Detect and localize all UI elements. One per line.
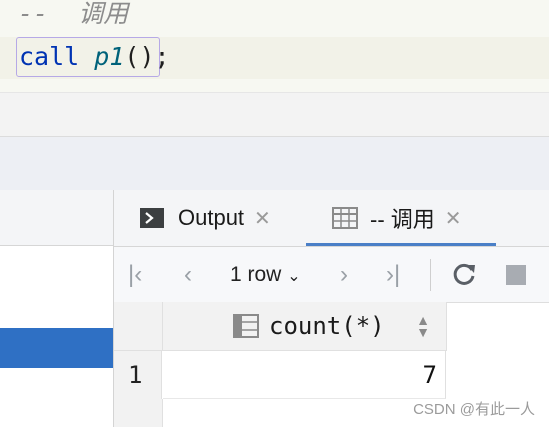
previous-page-icon[interactable]: ‹ (184, 247, 192, 302)
row-count-label: 1 row (230, 263, 282, 286)
active-tab-indicator (306, 243, 496, 246)
console-icon (140, 208, 164, 228)
tab-output[interactable]: Output ✕ (140, 190, 271, 246)
row-number-header (114, 302, 163, 351)
sort-icon[interactable]: ▲ ▼ (416, 313, 430, 339)
sql-keyword: call (19, 42, 80, 71)
row-number: 1 (114, 351, 162, 399)
refresh-icon-svg (453, 263, 475, 285)
row-count-dropdown[interactable]: 1 row ⌄ (230, 247, 301, 304)
next-page-icon[interactable]: › (340, 247, 348, 302)
column-header-label: count(*) (269, 312, 385, 340)
sql-statement[interactable]: call p1(); (19, 41, 170, 73)
current-line[interactable]: call p1(); (0, 37, 549, 79)
close-icon[interactable]: ✕ (445, 206, 462, 231)
sql-punct: (); (124, 42, 170, 71)
sql-comment-line: -- 调用 (18, 0, 129, 28)
first-page-icon[interactable]: |‹ (128, 247, 142, 302)
row-number-gutter (114, 399, 163, 427)
tab-output-label: Output (178, 205, 245, 230)
panel-divider-bar (0, 136, 549, 191)
services-tree-panel (0, 190, 114, 427)
toolbar-separator (430, 259, 431, 291)
column-header[interactable]: count(*) ▲ ▼ (163, 302, 447, 351)
results-panel: Output ✕ -- 调用 ✕ |‹ ‹ 1 row ⌄ › ›| count… (114, 190, 549, 427)
tab-query-result-label: -- 调用 (370, 207, 435, 232)
table-icon (332, 207, 358, 229)
column-icon (233, 314, 259, 338)
chevron-down-icon: ⌄ (287, 268, 301, 285)
results-tab-bar: Output ✕ -- 调用 ✕ (114, 190, 549, 247)
close-icon[interactable]: ✕ (254, 206, 271, 231)
stop-icon[interactable] (506, 265, 526, 285)
editor-footer-bar (0, 92, 549, 137)
watermark: CSDN @有此一人 (413, 401, 535, 418)
refresh-icon[interactable] (451, 261, 477, 292)
tab-query-result[interactable]: -- 调用 ✕ (332, 190, 462, 246)
results-toolbar: |‹ ‹ 1 row ⌄ › ›| (114, 247, 549, 303)
table-cell[interactable]: 7 (163, 351, 446, 399)
services-tree-header (0, 190, 113, 246)
last-page-icon[interactable]: ›| (386, 247, 400, 302)
sql-editor[interactable]: -- 调用 call p1(); (0, 0, 549, 92)
selected-tree-item[interactable] (0, 328, 113, 368)
procedure-name: p1 (94, 42, 125, 71)
